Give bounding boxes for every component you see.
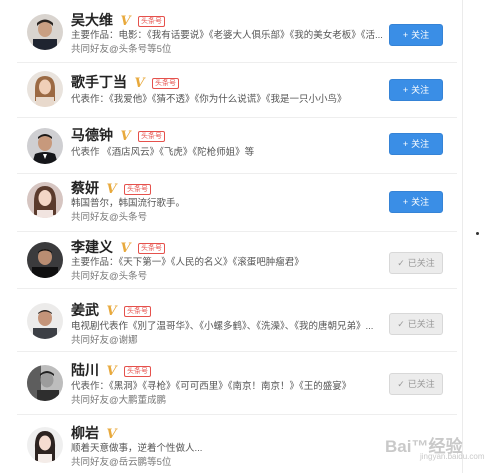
name-line: 陆川 V 头条号	[71, 361, 151, 379]
name-line: 吴大维 V 头条号	[71, 11, 165, 29]
mutual-friends: 共同好友@岳云鹏等5位	[71, 457, 172, 468]
user-description: 韩国普尔，韩国流行歌手。	[71, 198, 186, 209]
avatar[interactable]	[27, 14, 63, 50]
list-item: 歌手丁当 V 头条号 代表作：《我爱他》《猜不透》《你为什么说谎》《我是一只小小…	[17, 63, 457, 118]
plus-icon: +	[402, 197, 409, 207]
bullet-dot	[476, 232, 479, 235]
followed-button[interactable]: ✓ 已关注	[389, 313, 443, 335]
avatar[interactable]	[27, 365, 63, 401]
follow-suggestion-list: 吴大维 V 头条号 主要作品：电影：《我有话要说》《老婆大人俱乐部》《我的美女老…	[0, 0, 462, 473]
toutiao-tag: 头条号	[124, 184, 151, 195]
toutiao-tag: 头条号	[138, 16, 165, 27]
avatar[interactable]	[27, 303, 63, 339]
user-name[interactable]: 陆川	[71, 362, 99, 378]
follow-button-label: 关注	[411, 30, 430, 40]
user-name[interactable]: 马德钟	[71, 127, 113, 143]
user-description: 代表作：《我爱他》《猜不透》《你为什么说谎》《我是一只小小鸟》	[71, 94, 347, 105]
toutiao-tag: 头条号	[124, 366, 151, 377]
list-item: 姜武 V 头条号 电视剧代表作《別了温哥华》、《小螺多鹤》、《洗澡》、《我的唐朝…	[17, 289, 457, 352]
verified-badge-icon: V	[120, 129, 131, 144]
follow-button-label: 关注	[411, 139, 430, 149]
plus-icon: +	[402, 30, 409, 40]
user-description: 代表作 《酒店风云》《飞虎》《陀枪师姐》等	[71, 147, 255, 158]
mutual-friends: 共同好友@头条号	[71, 271, 148, 282]
followed-button-label: 已关注	[407, 319, 435, 329]
user-name[interactable]: 吴大维	[71, 12, 113, 28]
mutual-friends: 共同好友@谢娜	[71, 335, 138, 346]
mutual-friends: 共同好友@大鹏董成鹏	[71, 395, 167, 406]
user-description: 代表作：《黑洞》《寻枪》《可可西里》《南京！南京！》《王的盛宴》	[71, 381, 352, 392]
toutiao-tag: 头条号	[152, 78, 179, 89]
name-line: 马德钟 V 头条号	[71, 126, 165, 144]
user-name[interactable]: 姜武	[71, 302, 99, 318]
toutiao-tag: 头条号	[138, 131, 165, 142]
list-item: 马德钟 V 头条号 代表作 《酒店风云》《飞虎》《陀枪师姐》等 + 关注	[17, 118, 457, 174]
followed-button[interactable]: ✓ 已关注	[389, 373, 443, 395]
follow-button[interactable]: + 关注	[389, 191, 443, 213]
name-line: 柳岩 V	[71, 424, 117, 442]
name-line: 蔡妍 V 头条号	[71, 179, 151, 197]
name-line: 姜武 V 头条号	[71, 301, 151, 319]
user-name[interactable]: 李建义	[71, 239, 113, 255]
user-description: 主要作品：电影：《我有话要说》《老婆大人俱乐部》《我的美女老板》《活...	[71, 30, 383, 41]
verified-badge-icon: V	[106, 304, 117, 319]
list-item: 陆川 V 头条号 代表作：《黑洞》《寻枪》《可可西里》《南京！南京！》《王的盛宴…	[17, 352, 457, 415]
user-name[interactable]: 歌手丁当	[71, 74, 127, 90]
toutiao-tag: 头条号	[124, 306, 151, 317]
check-icon: ✓	[397, 379, 405, 389]
name-line: 李建义 V 头条号	[71, 238, 165, 256]
avatar[interactable]	[27, 427, 63, 463]
plus-icon: +	[402, 85, 409, 95]
user-name[interactable]: 蔡妍	[71, 180, 99, 196]
list-item: 蔡妍 V 头条号 韩国普尔，韩国流行歌手。 共同好友@头条号 + 关注	[17, 174, 457, 232]
follow-button-label: 关注	[411, 85, 430, 95]
followed-button-label: 已关注	[407, 379, 435, 389]
follow-button[interactable]: + 关注	[389, 24, 443, 46]
right-divider	[462, 0, 463, 473]
plus-icon: +	[402, 139, 409, 149]
user-name[interactable]: 柳岩	[71, 425, 99, 441]
check-icon: ✓	[397, 258, 405, 268]
verified-badge-icon: V	[106, 364, 117, 379]
toutiao-tag: 头条号	[138, 243, 165, 254]
avatar[interactable]	[27, 128, 63, 164]
user-description: 顺着天意做事，逆着个性做人...	[71, 443, 203, 454]
mutual-friends: 共同好友@头条号等5位	[71, 44, 172, 55]
user-description: 电视剧代表作《別了温哥华》、《小螺多鹤》、《洗澡》、《我的唐朝兄弟》...	[71, 321, 374, 332]
avatar[interactable]	[27, 242, 63, 278]
followed-button[interactable]: ✓ 已关注	[389, 252, 443, 274]
followed-button-label: 已关注	[407, 258, 435, 268]
follow-button[interactable]: + 关注	[389, 79, 443, 101]
list-item: 吴大维 V 头条号 主要作品：电影：《我有话要说》《老婆大人俱乐部》《我的美女老…	[17, 6, 457, 63]
follow-button[interactable]: + 关注	[389, 133, 443, 155]
avatar[interactable]	[27, 182, 63, 218]
mutual-friends: 共同好友@头条号	[71, 212, 148, 223]
avatar[interactable]	[27, 71, 63, 107]
list-item: 李建义 V 头条号 主要作品：《天下第一》《人民的名义》《滚蛋吧肿瘤君》 共同好…	[17, 232, 457, 289]
verified-badge-icon: V	[134, 76, 145, 91]
baidu-watermark-url: jingyan.baidu.com	[420, 452, 485, 461]
follow-button-label: 关注	[411, 197, 430, 207]
check-icon: ✓	[397, 319, 405, 329]
user-description: 主要作品：《天下第一》《人民的名义》《滚蛋吧肿瘤君》	[71, 257, 304, 268]
name-line: 歌手丁当 V 头条号	[71, 73, 179, 91]
